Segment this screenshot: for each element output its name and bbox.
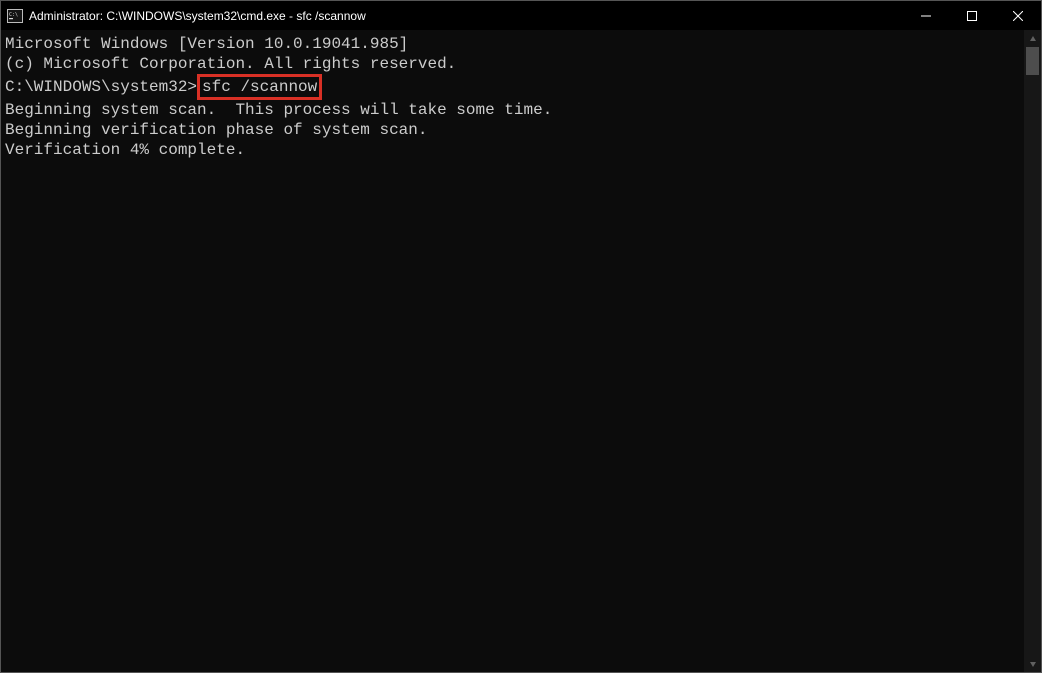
minimize-button[interactable] — [903, 1, 949, 30]
prompt-text: C:\WINDOWS\system32> — [5, 78, 197, 96]
close-button[interactable] — [995, 1, 1041, 30]
prompt-line: C:\WINDOWS\system32>sfc /scannow — [5, 74, 1024, 100]
scroll-thumb[interactable] — [1026, 47, 1039, 75]
output-line: Beginning verification phase of system s… — [5, 120, 1024, 140]
window-controls — [903, 1, 1041, 30]
highlighted-command: sfc /scannow — [197, 74, 322, 100]
content-area: Microsoft Windows [Version 10.0.19041.98… — [0, 30, 1042, 673]
scroll-down-arrow-icon[interactable] — [1024, 655, 1041, 672]
output-line: Verification 4% complete. — [5, 140, 1024, 160]
maximize-button[interactable] — [949, 1, 995, 30]
cmd-icon: C:\ — [7, 8, 23, 24]
cmd-window: C:\ Administrator: C:\WINDOWS\system32\c… — [0, 0, 1042, 673]
window-title: Administrator: C:\WINDOWS\system32\cmd.e… — [29, 9, 366, 23]
terminal-output[interactable]: Microsoft Windows [Version 10.0.19041.98… — [1, 30, 1024, 672]
titlebar[interactable]: C:\ Administrator: C:\WINDOWS\system32\c… — [0, 0, 1042, 30]
vertical-scrollbar[interactable] — [1024, 30, 1041, 672]
scroll-track[interactable] — [1024, 47, 1041, 655]
titlebar-left: C:\ Administrator: C:\WINDOWS\system32\c… — [7, 8, 366, 24]
output-line: Beginning system scan. This process will… — [5, 100, 1024, 120]
output-line: Microsoft Windows [Version 10.0.19041.98… — [5, 34, 1024, 54]
output-line: (c) Microsoft Corporation. All rights re… — [5, 54, 1024, 74]
svg-text:C:\: C:\ — [9, 12, 18, 18]
scroll-up-arrow-icon[interactable] — [1024, 30, 1041, 47]
